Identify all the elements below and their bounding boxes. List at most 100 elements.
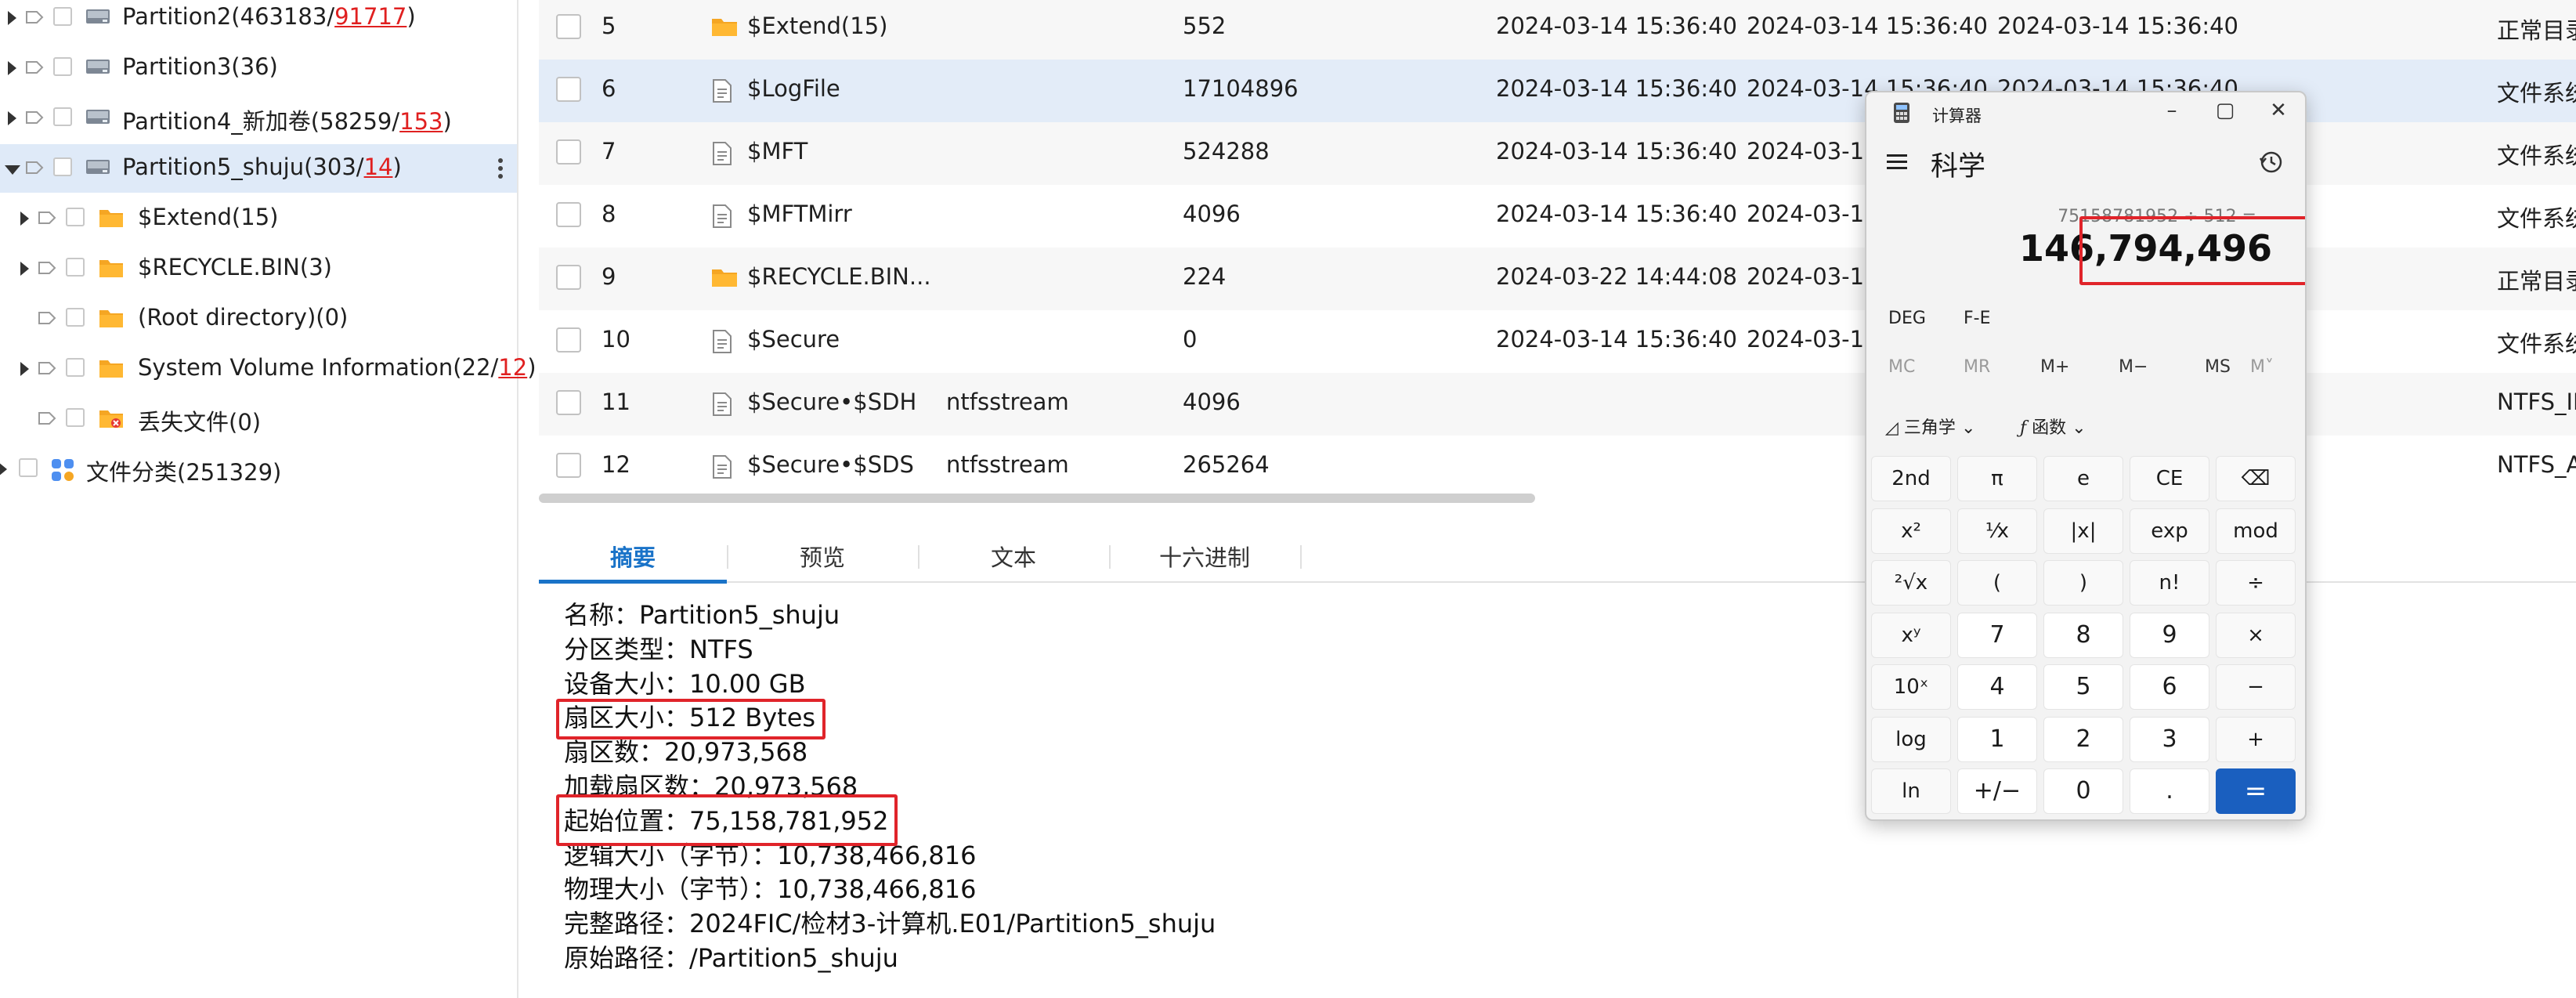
tree-node[interactable]: Partition2(463183/91717) bbox=[0, 0, 517, 42]
key-button[interactable]: 2 bbox=[2043, 716, 2123, 762]
tag-icon[interactable] bbox=[25, 110, 44, 125]
tag-icon[interactable] bbox=[38, 411, 56, 425]
key-button[interactable]: ¹⁄x bbox=[1957, 508, 2037, 554]
expand-arrow-icon[interactable] bbox=[8, 111, 16, 125]
tag-icon[interactable] bbox=[38, 261, 56, 275]
key-button[interactable]: ln bbox=[1871, 768, 1951, 814]
memory-button[interactable]: M˅ bbox=[2250, 357, 2274, 377]
key-button[interactable]: x² bbox=[1871, 508, 1951, 554]
key-button[interactable]: n! bbox=[2130, 560, 2209, 606]
key-button[interactable]: ) bbox=[2043, 560, 2123, 606]
row-checkbox[interactable] bbox=[556, 139, 581, 165]
deg-button[interactable]: DEG bbox=[1888, 309, 1926, 328]
tree-checkbox[interactable] bbox=[53, 7, 72, 26]
expand-arrow-icon[interactable] bbox=[8, 61, 16, 75]
key-button[interactable]: CE bbox=[2130, 456, 2209, 501]
memory-button[interactable]: M− bbox=[2119, 357, 2148, 377]
tree-checkbox[interactable] bbox=[19, 458, 38, 477]
tag-icon[interactable] bbox=[38, 361, 56, 375]
expand-arrow-icon[interactable] bbox=[8, 11, 16, 25]
memory-button[interactable]: MR bbox=[1964, 357, 1990, 377]
row-checkbox[interactable] bbox=[556, 202, 581, 227]
tree-checkbox[interactable] bbox=[53, 57, 72, 76]
tree-node[interactable]: $Extend(15) bbox=[0, 194, 517, 243]
maximize-icon[interactable]: ▢ bbox=[2209, 99, 2241, 122]
tree-checkbox[interactable] bbox=[53, 107, 72, 126]
key-button[interactable]: 7 bbox=[1957, 612, 2037, 658]
table-row[interactable]: 5 $Extend(15) 552 2024-03-14 15:36:40 2024-0… bbox=[539, 0, 2576, 60]
tree-node[interactable]: Partition5_shuju(303/14) bbox=[0, 144, 517, 193]
row-checkbox[interactable] bbox=[556, 77, 581, 102]
tab-text[interactable]: 文本 bbox=[919, 533, 1107, 580]
key-button[interactable]: 0 bbox=[2043, 768, 2123, 814]
expand-arrow-icon[interactable] bbox=[20, 212, 29, 226]
key-button[interactable]: e bbox=[2043, 456, 2123, 501]
tree-checkbox[interactable] bbox=[66, 308, 85, 327]
fe-button[interactable]: F-E bbox=[1964, 309, 1991, 328]
more-options-icon[interactable] bbox=[498, 158, 504, 182]
key-button[interactable]: |x| bbox=[2043, 508, 2123, 554]
key-button[interactable]: 2nd bbox=[1871, 456, 1951, 501]
history-icon[interactable] bbox=[2258, 149, 2285, 175]
trigonometry-dropdown[interactable]: ◿ 三角学 ⌄ bbox=[1885, 414, 1975, 439]
tree-checkbox[interactable] bbox=[66, 208, 85, 226]
tree-checkbox[interactable] bbox=[66, 408, 85, 427]
tree-checkbox[interactable] bbox=[66, 358, 85, 377]
menu-icon[interactable] bbox=[1885, 152, 1909, 171]
key-button[interactable]: log bbox=[1871, 716, 1951, 762]
tree-node[interactable]: (Root directory)(0) bbox=[0, 295, 517, 343]
tree-node[interactable]: $RECYCLE.BIN(3) bbox=[0, 244, 517, 293]
tab-preview[interactable]: 预览 bbox=[728, 533, 916, 580]
key-button[interactable]: 10ˣ bbox=[1871, 664, 1951, 710]
key-button[interactable]: exp bbox=[2130, 508, 2209, 554]
key-button[interactable]: 1 bbox=[1957, 716, 2037, 762]
row-checkbox[interactable] bbox=[556, 390, 581, 415]
tab-summary[interactable]: 摘要 bbox=[539, 533, 727, 584]
key-button[interactable]: ÷ bbox=[2216, 560, 2296, 606]
tree-checkbox[interactable] bbox=[66, 258, 85, 277]
tree-node[interactable]: 丢失文件(0) bbox=[0, 395, 517, 443]
expand-arrow-icon[interactable] bbox=[20, 362, 29, 376]
key-button[interactable]: 6 bbox=[2130, 664, 2209, 710]
memory-button[interactable]: MS bbox=[2205, 357, 2231, 377]
horizontal-scrollbar[interactable] bbox=[539, 494, 1535, 503]
tree-node[interactable]: 文件分类(251329) bbox=[0, 445, 517, 494]
expand-arrow-icon[interactable] bbox=[20, 262, 29, 276]
key-button[interactable]: +/− bbox=[1957, 768, 2037, 814]
row-checkbox[interactable] bbox=[556, 265, 581, 290]
key-button[interactable]: ⌫ bbox=[2216, 456, 2296, 501]
key-button[interactable]: . bbox=[2130, 768, 2209, 814]
tag-icon[interactable] bbox=[25, 161, 44, 175]
close-icon[interactable]: ✕ bbox=[2263, 99, 2294, 122]
tab-hex[interactable]: 十六进制 bbox=[1111, 533, 1299, 580]
key-button[interactable]: π bbox=[1957, 456, 2037, 501]
memory-button[interactable]: MC bbox=[1888, 357, 1915, 377]
key-button[interactable]: − bbox=[2216, 664, 2296, 710]
tree-node[interactable]: Partition3(36) bbox=[0, 44, 517, 92]
row-checkbox[interactable] bbox=[556, 14, 581, 39]
key-button[interactable]: 8 bbox=[2043, 612, 2123, 658]
row-checkbox[interactable] bbox=[556, 327, 581, 353]
tree-node[interactable]: System Volume Information(22/12) bbox=[0, 345, 537, 393]
function-dropdown[interactable]: ƒ 函数 ⌄ bbox=[2020, 414, 2086, 439]
tag-icon[interactable] bbox=[38, 211, 56, 225]
tree-checkbox[interactable] bbox=[53, 157, 72, 176]
expanded-arrow-icon[interactable] bbox=[5, 165, 20, 175]
key-button[interactable]: 4 bbox=[1957, 664, 2037, 710]
key-button[interactable]: = bbox=[2216, 768, 2296, 814]
memory-button[interactable]: M+ bbox=[2040, 357, 2069, 377]
key-button[interactable]: mod bbox=[2216, 508, 2296, 554]
expand-arrow-icon[interactable] bbox=[0, 462, 7, 476]
tree-node[interactable]: Partition4_新加卷(58259/153) bbox=[0, 94, 517, 143]
tag-icon[interactable] bbox=[25, 10, 44, 24]
tag-icon[interactable] bbox=[25, 60, 44, 74]
key-button[interactable]: × bbox=[2216, 612, 2296, 658]
key-button[interactable]: ( bbox=[1957, 560, 2037, 606]
minimize-icon[interactable]: – bbox=[2156, 99, 2188, 122]
tag-icon[interactable] bbox=[38, 311, 56, 325]
row-checkbox[interactable] bbox=[556, 453, 581, 478]
key-button[interactable]: 9 bbox=[2130, 612, 2209, 658]
key-button[interactable]: ²√x bbox=[1871, 560, 1951, 606]
key-button[interactable]: + bbox=[2216, 716, 2296, 762]
key-button[interactable]: 3 bbox=[2130, 716, 2209, 762]
